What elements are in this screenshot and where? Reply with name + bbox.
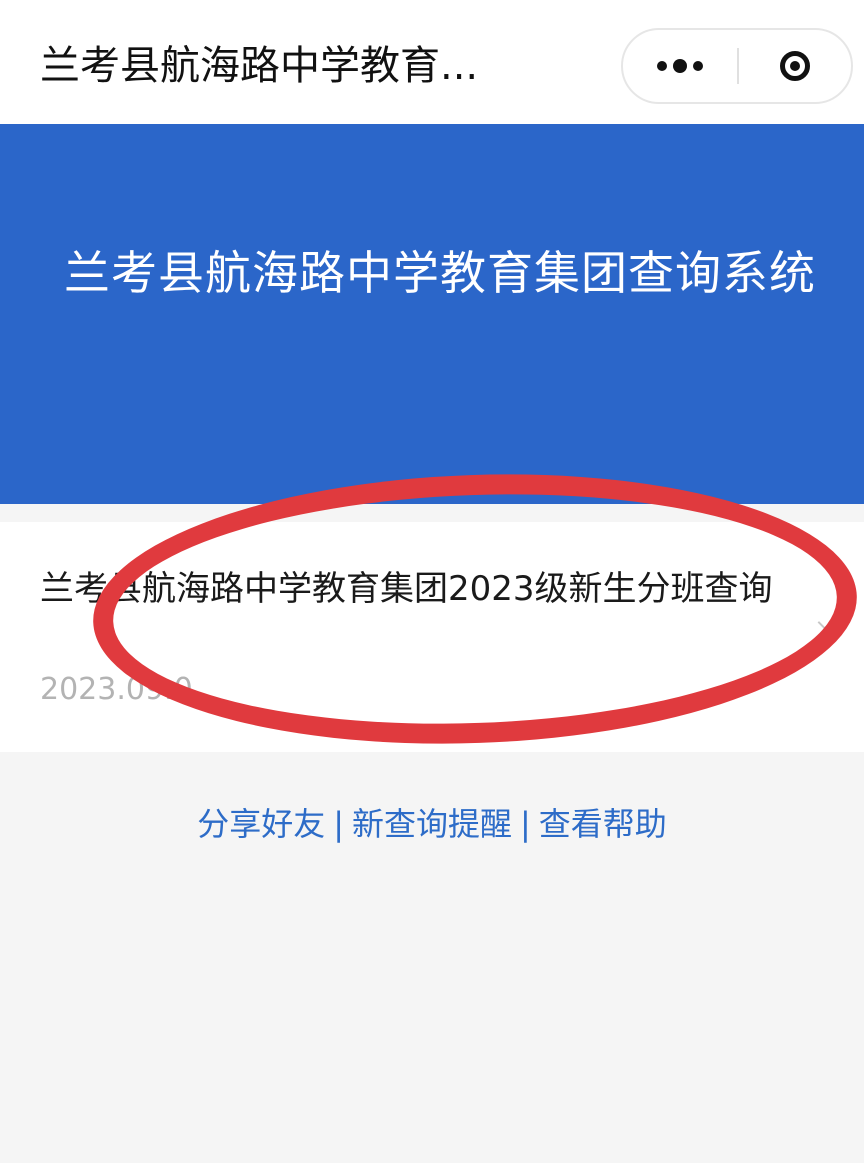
target-circle-icon[interactable] — [739, 30, 851, 102]
result-date: 2023.09.0 — [40, 672, 193, 707]
link-separator: | — [520, 805, 531, 843]
query-result-item[interactable]: 兰考县航海路中学教育集团2023级新生分班查询 2023.09.0 — [0, 522, 864, 752]
new-query-reminder-link[interactable]: 新查询提醒 — [352, 805, 512, 843]
navigation-bar: 兰考县航海路中学教育... — [0, 0, 864, 124]
header-banner: 兰考县航海路中学教育集团查询系统 — [0, 124, 864, 504]
view-help-link[interactable]: 查看帮助 — [539, 805, 667, 843]
page-title: 兰考县航海路中学教育... — [40, 43, 479, 89]
more-dots-icon[interactable] — [623, 30, 737, 102]
banner-title: 兰考县航海路中学教育集团查询系统 — [64, 246, 816, 300]
chevron-right-icon — [809, 621, 829, 641]
result-title: 兰考县航海路中学教育集团2023级新生分班查询 — [40, 569, 773, 609]
share-friends-link[interactable]: 分享好友 — [197, 805, 325, 843]
link-separator: | — [333, 805, 344, 843]
footer-links: 分享好友 | 新查询提醒 | 查看帮助 — [0, 800, 864, 848]
mini-program-capsule — [621, 28, 853, 104]
